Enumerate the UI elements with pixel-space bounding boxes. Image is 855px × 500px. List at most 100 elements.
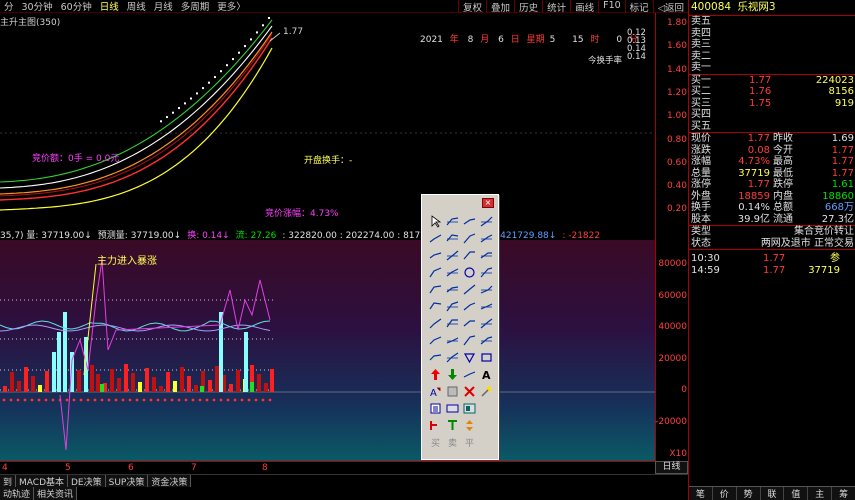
ratio-line-icon[interactable] <box>427 247 444 264</box>
flat-mark-icon[interactable] <box>461 417 478 434</box>
quote-mode-button[interactable]: 主 <box>808 487 833 500</box>
tool-label[interactable]: 卖 <box>444 434 461 451</box>
stat-row: 换手 0.14% 总额 668万 <box>689 202 855 214</box>
parallel-line-icon[interactable] <box>444 230 461 247</box>
arrow-up-red-icon[interactable] <box>427 366 444 383</box>
period-tab[interactable]: 多周期 <box>177 0 214 13</box>
volume-bar <box>138 382 142 392</box>
arc-icon[interactable] <box>444 264 461 281</box>
price-chart-panel[interactable]: 主升主图(350) 1.77 2021 年 8 月 6 日 星期 5 15 时 … <box>0 13 655 228</box>
indicator-value: 流: 27.26 <box>235 231 277 240</box>
percent-line-icon[interactable] <box>461 298 478 315</box>
toolbar-button[interactable]: F10 <box>598 0 625 14</box>
triangle-down-icon[interactable] <box>444 349 461 366</box>
day-value: 6 <box>498 35 504 45</box>
magic-icon[interactable] <box>478 383 495 400</box>
arrow-down-icon[interactable] <box>427 349 444 366</box>
quote-mode-button[interactable]: 联 <box>761 487 785 500</box>
note-icon[interactable] <box>427 400 444 417</box>
order-level-label: 卖四 <box>691 27 711 39</box>
period-tab[interactable]: 日线 <box>96 0 123 13</box>
month-value: 8 <box>467 35 474 45</box>
quote-mode-button[interactable]: 筹 <box>832 487 855 500</box>
toolbar-button[interactable]: 画线 <box>570 0 598 14</box>
stat-label: 股本 <box>691 213 711 225</box>
toolbar-button[interactable]: 标记 <box>624 0 653 14</box>
quote-mode-button[interactable]: 笔 <box>689 487 713 500</box>
cursor-icon[interactable] <box>427 213 444 230</box>
arrow-down-green-icon[interactable] <box>444 366 461 383</box>
text-color-icon[interactable]: A <box>427 383 444 400</box>
arrow-up-left-icon[interactable] <box>461 366 478 383</box>
close-icon[interactable]: × <box>482 198 494 208</box>
multi-line-icon[interactable] <box>461 332 478 349</box>
period-tab[interactable]: 周线 <box>123 0 150 13</box>
toolbar-button[interactable]: 叠加 <box>486 0 514 14</box>
period-tab[interactable]: 月线 <box>150 0 177 13</box>
ray-icon[interactable] <box>478 213 495 230</box>
period-tab[interactable]: 30分钟 <box>18 0 57 13</box>
regression-icon[interactable] <box>461 315 478 332</box>
rectangle-icon[interactable] <box>478 349 495 366</box>
wave-icon[interactable] <box>444 247 461 264</box>
quote-mode-button[interactable]: 势 <box>737 487 761 500</box>
sell-mark-icon[interactable] <box>444 417 461 434</box>
buy-mark-icon[interactable] <box>427 417 444 434</box>
arrow-line-icon[interactable] <box>427 230 444 247</box>
fund-bar <box>57 332 61 392</box>
period-tab[interactable]: 更多〉 <box>213 0 250 13</box>
tool-label[interactable]: 平 <box>461 434 478 451</box>
stat-label: 涨幅 <box>691 156 711 167</box>
toolbar-button[interactable]: 历史 <box>514 0 542 14</box>
multi-wave-icon[interactable] <box>478 281 495 298</box>
window2-icon[interactable] <box>461 400 478 417</box>
trend-up-icon[interactable] <box>478 332 495 349</box>
period-tab[interactable]: 分 <box>0 0 18 13</box>
trend-icon[interactable] <box>461 281 478 298</box>
toolbar-button[interactable]: 复权 <box>458 0 486 14</box>
text-a-icon[interactable]: A <box>478 366 495 383</box>
info-tab[interactable]: 相关资讯 <box>34 487 78 500</box>
fan-lines-icon[interactable] <box>478 247 495 264</box>
drawing-toolbox: × A A 买卖平 <box>421 194 499 460</box>
golden-ratio-icon[interactable] <box>444 298 461 315</box>
gann-icon[interactable] <box>427 281 444 298</box>
order-book-row: 买一 1.77 224023 <box>689 75 855 87</box>
line-segment-icon[interactable] <box>444 213 461 230</box>
zigzag-icon[interactable] <box>427 264 444 281</box>
period-label[interactable]: 日线 <box>655 461 688 474</box>
triangle-icon[interactable] <box>461 349 478 366</box>
cycle-icon[interactable] <box>478 264 495 281</box>
quote-mode-button[interactable]: 值 <box>784 487 809 500</box>
time-cycle-icon[interactable] <box>427 332 444 349</box>
channel-regression-icon[interactable] <box>478 315 495 332</box>
price-readouts: 0.12 0.13 0.14 0.14 <box>627 29 646 62</box>
stat-label: 换手 <box>691 202 711 213</box>
fibonacci-icon[interactable] <box>427 315 444 332</box>
info-tab[interactable]: 动轨迹 <box>0 487 35 500</box>
tick-list[interactable]: 10:30 1.77 参 14:59 1.77 37719 <box>689 250 855 276</box>
wave-count-icon[interactable] <box>427 298 444 315</box>
indicator-chart-panel[interactable]: 主力进入暴涨 <box>0 240 655 461</box>
price-channel-icon[interactable] <box>461 230 478 247</box>
tick-time: 14:59 <box>691 264 720 276</box>
box-icon[interactable] <box>444 383 461 400</box>
tool-label[interactable]: 买 <box>427 434 444 451</box>
toolbar-button[interactable]: 统计 <box>542 0 570 14</box>
channel-icon[interactable] <box>461 247 478 264</box>
quote-mode-button[interactable]: 价 <box>713 487 737 500</box>
turnover-label: 今换手率 <box>588 56 623 66</box>
straight-line-icon[interactable] <box>461 213 478 230</box>
gann-fan-icon[interactable] <box>478 298 495 315</box>
volume-bar <box>45 371 49 392</box>
period-line-icon[interactable] <box>444 315 461 332</box>
toolbar-button[interactable]: ◁返回 <box>652 0 688 14</box>
horizontal-line-icon[interactable] <box>478 230 495 247</box>
speed-line-icon[interactable] <box>444 281 461 298</box>
circle-icon[interactable] <box>461 264 478 281</box>
bar-pattern-icon[interactable] <box>444 332 461 349</box>
cross-delete-icon[interactable] <box>461 383 478 400</box>
signal-dot <box>9 398 13 402</box>
period-tab[interactable]: 60分钟 <box>57 0 96 13</box>
window-icon[interactable] <box>444 400 461 417</box>
